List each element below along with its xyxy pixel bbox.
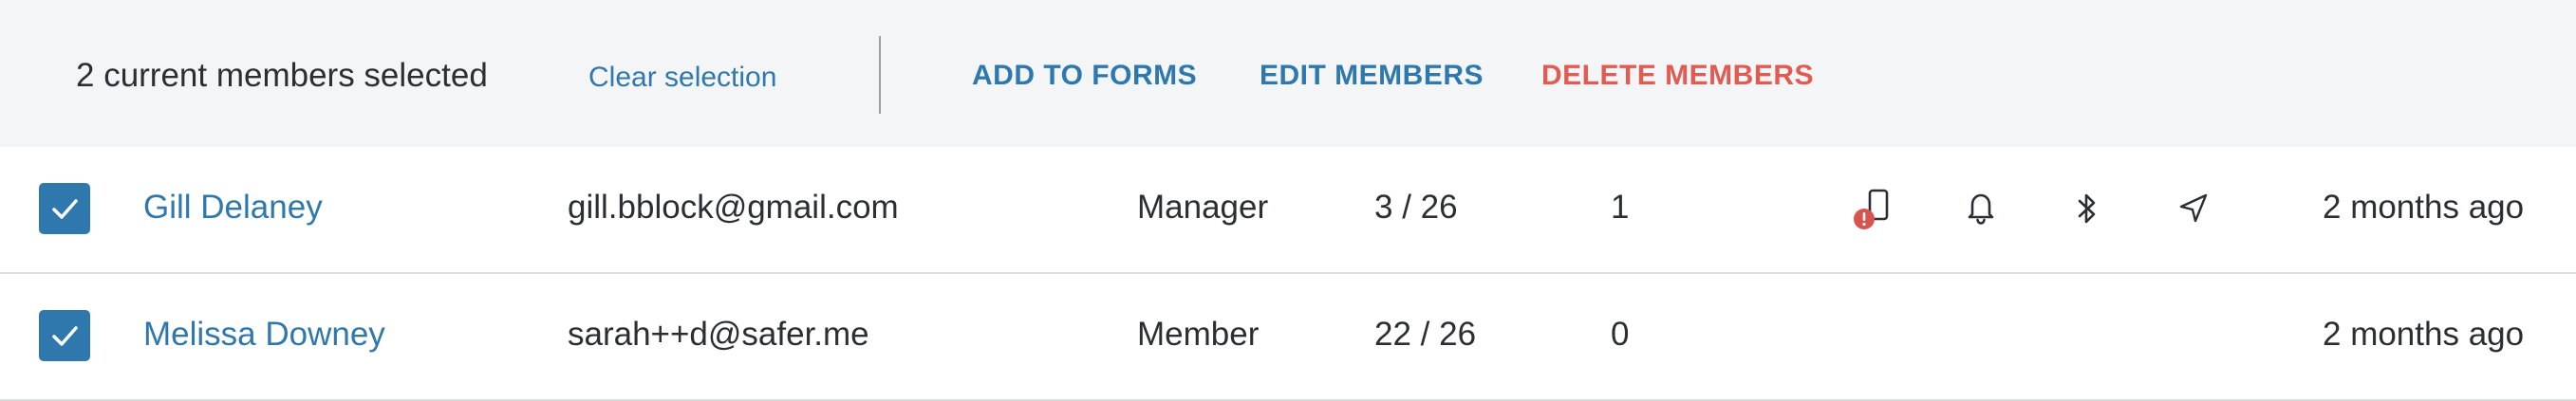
member-count: 1 <box>1611 189 1630 226</box>
member-role: Manager <box>1137 189 1269 226</box>
bluetooth-icon[interactable] <box>2062 183 2113 234</box>
row-checkbox[interactable] <box>39 183 90 234</box>
add-to-forms-button[interactable]: ADD TO FORMS <box>972 57 1197 95</box>
member-name-link[interactable]: Gill Delaney <box>143 187 323 228</box>
checkmark-icon <box>52 199 78 219</box>
member-forms-count: 22 / 26 <box>1374 316 1477 353</box>
last-active: 2 months ago <box>2323 316 2525 353</box>
phone-warning-icon[interactable] <box>1849 183 1900 234</box>
clear-selection-link[interactable]: Clear selection <box>588 59 776 97</box>
selection-count: 2 current members selected <box>76 57 488 94</box>
row-checkbox[interactable] <box>39 310 90 361</box>
delete-members-button[interactable]: DELETE MEMBERS <box>1541 57 1814 95</box>
table-row[interactable]: Melissa Downey sarah++d@safer.me Member … <box>0 274 2576 401</box>
last-active: 2 months ago <box>2323 189 2525 226</box>
toolbar-divider <box>879 36 881 114</box>
checkmark-icon <box>52 326 78 346</box>
member-role: Member <box>1137 316 1260 353</box>
member-email: gill.bblock@gmail.com <box>568 189 899 226</box>
member-forms-count: 3 / 26 <box>1374 189 1458 226</box>
table-row[interactable]: Gill Delaney gill.bblock@gmail.com Manag… <box>0 147 2576 274</box>
member-count: 0 <box>1611 316 1630 353</box>
member-name-link[interactable]: Melissa Downey <box>143 314 385 355</box>
edit-members-button[interactable]: EDIT MEMBERS <box>1260 57 1484 95</box>
bell-icon[interactable] <box>1955 183 2007 234</box>
bulk-action-toolbar: 2 current members selected Clear selecti… <box>0 0 2576 147</box>
location-arrow-icon[interactable] <box>2168 183 2219 234</box>
member-email: sarah++d@safer.me <box>568 316 869 353</box>
